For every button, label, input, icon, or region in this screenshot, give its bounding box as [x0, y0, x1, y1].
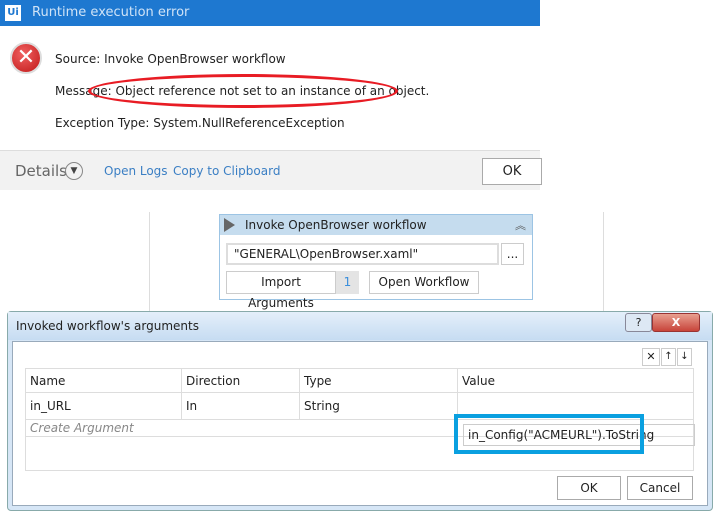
runtime-error-dialog: Runtime execution error Ui ✕ Source: Inv… [0, 0, 542, 190]
divider [149, 212, 150, 312]
dialog-title: Invoked workflow's arguments [16, 319, 199, 333]
details-label[interactable]: Details [15, 162, 67, 180]
direction-cell[interactable]: In [181, 392, 300, 420]
column-header: Type [299, 368, 458, 393]
copy-clipboard-link[interactable]: Copy to Clipboard [173, 164, 280, 178]
source-text: Source: Invoke OpenBrowser workflow [55, 52, 286, 66]
arrow-down-icon[interactable]: ↓ [677, 348, 692, 366]
row-toolbar: ✕ ↑ ↓ [642, 348, 692, 366]
ok-button[interactable]: OK [557, 476, 621, 500]
column-header: Direction [181, 368, 300, 393]
invoke-workflow-activity[interactable]: Invoke OpenBrowser workflow ︽ "GENERAL\O… [219, 214, 533, 310]
column-header: Value [457, 368, 694, 393]
highlight-box [454, 414, 644, 454]
import-arguments-button[interactable]: Import Arguments [226, 271, 336, 310]
column-header: Name [25, 368, 182, 393]
highlight-ellipse [88, 74, 398, 108]
open-workflow-button[interactable]: Open Workflow [369, 271, 479, 294]
title-bar: Runtime execution error [0, 0, 540, 26]
help-button[interactable]: ? [625, 313, 652, 332]
error-icon: ✕ [10, 42, 42, 74]
browse-button[interactable]: ... [501, 243, 524, 265]
workflow-path-input[interactable]: "GENERAL\OpenBrowser.xaml" [226, 243, 499, 265]
arrow-up-icon[interactable]: ↑ [661, 348, 676, 366]
chevron-down-icon[interactable]: ▼ [65, 162, 83, 180]
uipath-logo: Ui [5, 5, 21, 21]
argument-count-badge: 1 [336, 271, 359, 294]
ok-button[interactable]: OK [482, 158, 542, 185]
exception-text: Exception Type: System.NullReferenceExce… [55, 116, 345, 130]
name-cell[interactable]: in_URL [25, 392, 182, 420]
close-button[interactable]: X [652, 313, 700, 332]
arguments-dialog: Invoked workflow's arguments ? X ✕ ↑ ↓ N… [7, 311, 713, 511]
delete-icon[interactable]: ✕ [642, 348, 660, 366]
activity-header: Invoke OpenBrowser workflow [220, 215, 532, 235]
header-row: Name Direction Type Value [25, 368, 694, 393]
type-cell[interactable]: String [299, 392, 458, 420]
title-bar: Invoked workflow's arguments [8, 312, 712, 340]
activity-title: Invoke OpenBrowser workflow [245, 218, 427, 232]
open-logs-link[interactable]: Open Logs [104, 164, 168, 178]
cancel-button[interactable]: Cancel [627, 476, 693, 500]
dialog-title: Runtime execution error [32, 5, 190, 20]
collapse-icon[interactable]: ︽ [515, 217, 526, 233]
divider [603, 212, 604, 312]
play-icon [224, 218, 235, 232]
